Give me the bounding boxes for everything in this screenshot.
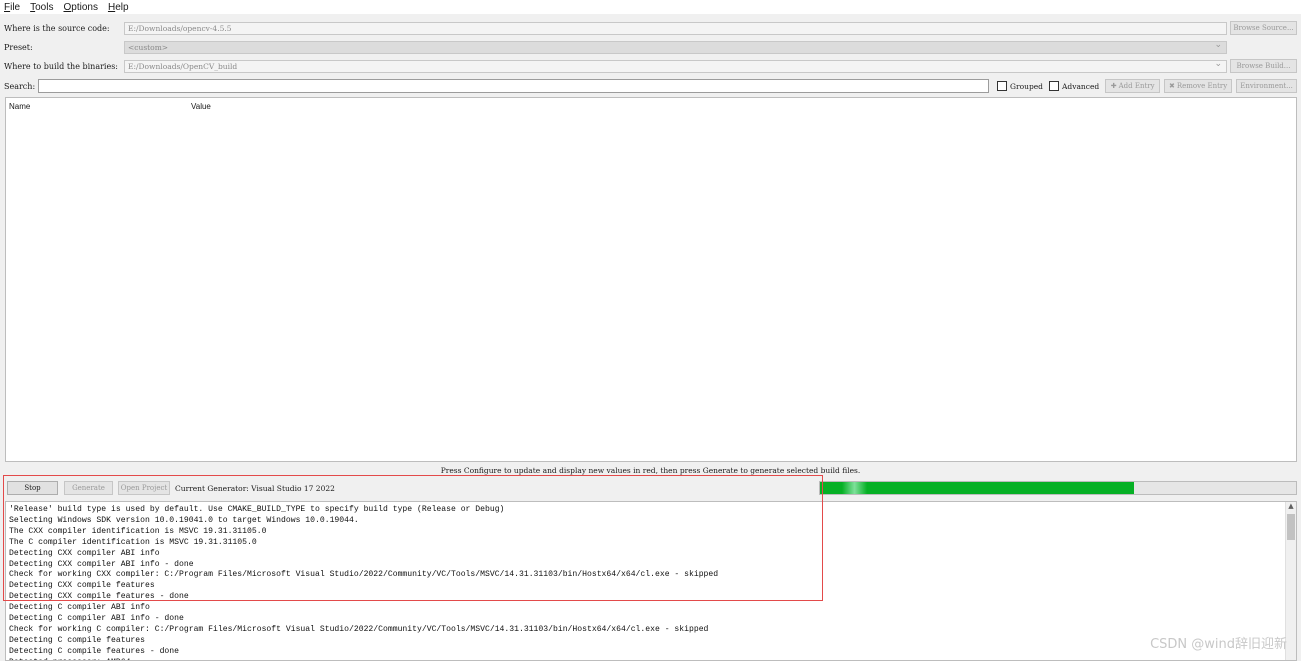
- search-input[interactable]: [37, 79, 990, 93]
- configure-hint: Press Configure to update and display ne…: [440, 466, 861, 475]
- scroll-thumb[interactable]: [1287, 514, 1295, 540]
- preset-row: Preset: <custom>: [4, 40, 1297, 54]
- build-row: Where to build the binaries: E:/Download…: [4, 59, 1297, 73]
- cache-table[interactable]: Name Value: [5, 97, 1297, 462]
- menu-file[interactable]: File: [4, 2, 20, 13]
- plus-icon: ✚: [1110, 82, 1117, 90]
- build-label: Where to build the binaries:: [4, 61, 119, 71]
- grouped-checkbox[interactable]: Grouped: [997, 81, 1043, 91]
- menu-bar: File Tools Options Help: [0, 0, 1301, 14]
- search-row: Search: Grouped Advanced ✚ Add Entry ✖ R…: [4, 78, 1298, 94]
- output-line: The C compiler identification is MSVC 19…: [9, 537, 257, 547]
- action-toolbar: Stop Generate Open Project Current Gener…: [4, 480, 335, 496]
- menu-options[interactable]: Options: [63, 2, 97, 13]
- output-line: Detecting C compiler ABI info - done: [9, 614, 184, 624]
- source-path-input[interactable]: E:/Downloads/opencv-4.5.5: [124, 21, 1227, 35]
- remove-entry-label: Remove Entry: [1176, 82, 1228, 90]
- output-line: Detecting CXX compiler ABI info: [9, 548, 160, 558]
- advanced-checkbox-box[interactable]: [1048, 81, 1059, 91]
- build-path-select[interactable]: E:/Downloads/OpenCV_build: [124, 59, 1227, 73]
- progress-bar: [819, 481, 1297, 495]
- progress-fill: [820, 482, 1135, 494]
- add-entry-button[interactable]: ✚ Add Entry: [1105, 79, 1161, 93]
- open-project-button[interactable]: Open Project: [118, 481, 170, 495]
- column-header-name[interactable]: Name: [9, 102, 30, 111]
- remove-entry-button[interactable]: ✖ Remove Entry: [1164, 79, 1233, 93]
- environment-button[interactable]: Environment...: [1236, 79, 1298, 93]
- advanced-checkbox[interactable]: Advanced: [1048, 81, 1100, 91]
- output-line: The CXX compiler identification is MSVC …: [9, 526, 267, 536]
- menu-tools[interactable]: Tools: [30, 2, 53, 13]
- preset-label: Preset:: [4, 42, 33, 52]
- add-entry-label: Add Entry: [1118, 82, 1155, 90]
- output-line: Detecting C compile features - done: [9, 646, 179, 656]
- grouped-checkbox-box[interactable]: [997, 81, 1008, 91]
- output-line: Check for working C compiler: C:/Program…: [9, 624, 709, 634]
- current-generator-label: Current Generator: Visual Studio 17 2022: [175, 483, 335, 493]
- output-line: 'Release' build type is used by default.…: [9, 505, 505, 514]
- search-label: Search:: [4, 81, 36, 91]
- output-line: Check for working CXX compiler: C:/Progr…: [9, 570, 719, 580]
- generate-button[interactable]: Generate: [64, 481, 113, 495]
- source-label: Where is the source code:: [4, 23, 110, 33]
- column-header-value[interactable]: Value: [191, 102, 211, 111]
- output-line: Detecting CXX compile features - done: [9, 592, 189, 602]
- output-log-text: 'Release' build type is used by default.…: [6, 502, 1296, 660]
- menu-help[interactable]: Help: [108, 2, 129, 13]
- watermark: CSDN @wind辞旧迎新: [1150, 637, 1287, 652]
- advanced-label: Advanced: [1061, 81, 1100, 91]
- output-line: Selecting Windows SDK version 10.0.19041…: [9, 515, 359, 525]
- output-log[interactable]: 'Release' build type is used by default.…: [5, 501, 1297, 661]
- output-line: Detecting C compile features: [9, 635, 145, 645]
- output-line: Detecting C compiler ABI info: [9, 603, 150, 613]
- browse-build-button[interactable]: Browse Build...: [1230, 59, 1297, 73]
- output-line: Detecting CXX compiler ABI info - done: [9, 559, 194, 569]
- browse-source-button[interactable]: Browse Source...: [1230, 21, 1297, 35]
- output-line: Detecting CXX compile features: [9, 581, 155, 591]
- preset-select[interactable]: <custom>: [124, 40, 1227, 54]
- stop-button[interactable]: Stop: [7, 481, 58, 495]
- remove-icon: ✖: [1169, 82, 1175, 90]
- source-row: Where is the source code: E:/Downloads/o…: [4, 21, 1297, 35]
- scroll-up-icon[interactable]: ▲: [1286, 502, 1296, 512]
- grouped-label: Grouped: [1010, 81, 1043, 91]
